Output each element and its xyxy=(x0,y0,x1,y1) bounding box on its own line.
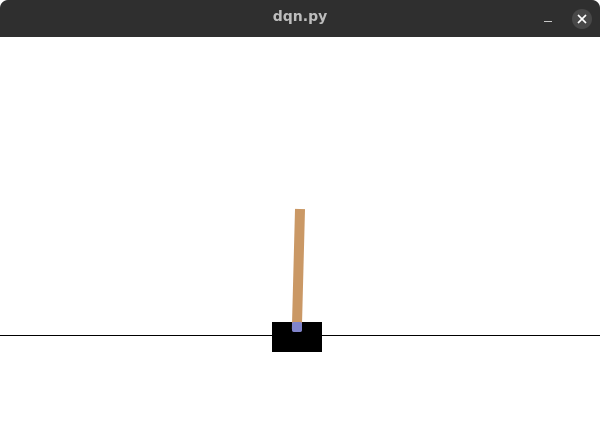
window-title: dqn.py xyxy=(272,9,328,25)
title-bar[interactable]: dqn.py xyxy=(0,0,600,37)
minimize-icon xyxy=(544,21,552,22)
close-icon xyxy=(577,14,587,24)
render-canvas xyxy=(0,37,600,436)
app-window: dqn.py xyxy=(0,0,600,436)
minimize-button[interactable] xyxy=(540,10,556,26)
pole xyxy=(291,208,306,330)
close-button[interactable] xyxy=(572,9,592,29)
axle xyxy=(292,322,302,332)
